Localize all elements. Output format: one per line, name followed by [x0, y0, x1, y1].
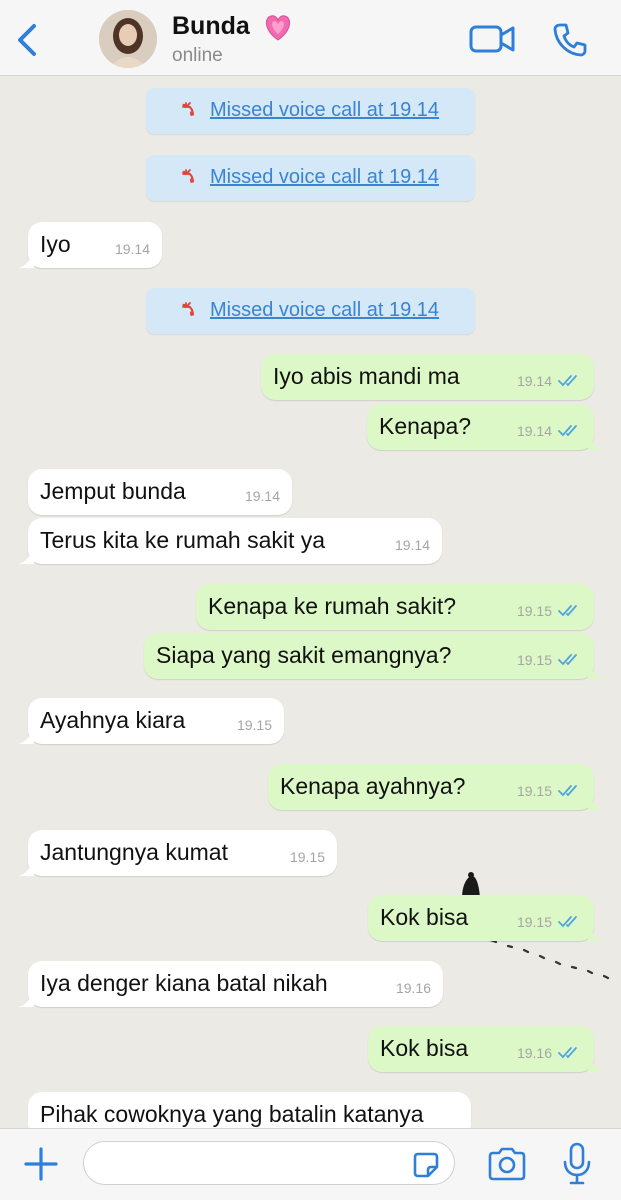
plus-icon[interactable]	[22, 1145, 60, 1183]
missed-call-notice[interactable]: Missed voice call at 19.14	[146, 288, 475, 334]
sticker-icon[interactable]	[410, 1149, 442, 1181]
outgoing-message[interactable]: Kok bisa 19.15	[368, 895, 604, 941]
outgoing-message[interactable]: Kenapa? 19.14	[367, 404, 604, 450]
message-text: Iyo	[40, 231, 71, 257]
read-ticks-icon	[558, 1047, 577, 1059]
missed-call-label[interactable]: Missed voice call at 19.14	[210, 299, 439, 322]
missed-call-icon	[182, 302, 195, 316]
message-time: 19.15	[516, 652, 552, 668]
message-time: 19.16	[516, 1045, 552, 1061]
message-text: Kenapa ke rumah sakit?	[208, 593, 457, 619]
message-text: Terus kita ke rumah sakit ya	[40, 527, 326, 553]
contact-name[interactable]: Bunda	[172, 12, 250, 41]
bubble-tail	[18, 550, 34, 564]
bubble-tail	[588, 665, 604, 679]
bubble-tail	[588, 927, 604, 941]
bubble-tail	[18, 254, 34, 268]
message-text: Iya denger kiana batal nikah	[40, 970, 328, 996]
read-ticks-icon	[558, 605, 577, 617]
pink-heart-icon	[265, 15, 291, 41]
read-ticks-icon	[558, 425, 577, 437]
message-time: 19.15	[289, 849, 325, 865]
microphone-icon[interactable]	[560, 1141, 594, 1187]
message-time: 19.14	[114, 241, 150, 257]
bubble-tail	[588, 1058, 604, 1072]
camera-icon[interactable]	[486, 1146, 528, 1182]
message-input[interactable]	[83, 1141, 455, 1185]
missed-call-notice[interactable]: Missed voice call at 19.14	[146, 155, 475, 201]
bubble-tail	[18, 993, 34, 1007]
outgoing-message[interactable]: Kenapa ke rumah sakit? 19.15	[196, 584, 594, 630]
message-list[interactable]: Missed voice call at 19.14 Missed voice …	[0, 76, 621, 1128]
message-time: 19.14	[516, 373, 552, 389]
message-text: Jantungnya kumat	[40, 839, 228, 865]
video-call-icon[interactable]	[469, 23, 515, 55]
outgoing-message[interactable]: Siapa yang sakit emangnya? 19.15	[144, 633, 604, 679]
message-text: Jemput bunda	[40, 478, 186, 504]
phone-icon[interactable]	[552, 22, 588, 58]
message-text: Kok bisa	[380, 1035, 469, 1061]
read-ticks-icon	[558, 375, 577, 387]
bubble-tail	[18, 862, 34, 876]
back-chevron-icon[interactable]	[10, 20, 42, 60]
missed-call-label[interactable]: Missed voice call at 19.14	[210, 166, 439, 189]
missed-call-icon	[182, 102, 195, 116]
outgoing-message[interactable]: Iyo abis mandi ma 19.14	[261, 354, 594, 400]
incoming-message[interactable]: Jantungnya kumat 19.15	[18, 830, 337, 876]
bubble-tail	[588, 436, 604, 450]
incoming-message[interactable]: Iyo 19.14	[18, 222, 162, 268]
message-text: Kenapa ayahnya?	[280, 773, 466, 799]
chat-header: Bunda online	[0, 0, 621, 76]
contact-status: online	[172, 45, 223, 66]
avatar-photo	[99, 10, 157, 68]
incoming-message[interactable]: Terus kita ke rumah sakit ya 19.14	[18, 518, 442, 564]
bubble-tail	[18, 730, 34, 744]
read-ticks-icon	[558, 916, 577, 928]
missed-call-label[interactable]: Missed voice call at 19.14	[210, 99, 439, 122]
message-time: 19.15	[236, 717, 272, 733]
message-time: 19.15	[516, 603, 552, 619]
message-text: Pihak cowoknya yang batalin katanya	[40, 1101, 424, 1127]
message-text: Kenapa?	[379, 413, 472, 439]
missed-call-notice[interactable]: Missed voice call at 19.14	[146, 88, 475, 134]
read-ticks-icon	[558, 785, 577, 797]
message-time: 19.14	[394, 537, 430, 553]
message-time: 19.15	[516, 914, 552, 930]
incoming-message[interactable]: Pihak cowoknya yang batalin katanya	[28, 1092, 471, 1128]
message-time: 19.16	[395, 980, 431, 996]
message-text: Kok bisa	[380, 904, 469, 930]
incoming-message[interactable]: Jemput bunda 19.14	[28, 469, 292, 515]
message-text: Siapa yang sakit emangnya?	[156, 642, 452, 668]
incoming-message[interactable]: Ayahnya kiara 19.15	[18, 698, 284, 744]
message-text: Ayahnya kiara	[40, 707, 186, 733]
message-time: 19.15	[516, 783, 552, 799]
read-ticks-icon	[558, 654, 577, 666]
contact-avatar[interactable]	[99, 10, 157, 68]
incoming-message[interactable]: Iya denger kiana batal nikah 19.16	[18, 961, 443, 1007]
outgoing-message[interactable]: Kok bisa 19.16	[368, 1026, 604, 1072]
message-time: 19.14	[244, 488, 280, 504]
message-text: Iyo abis mandi ma	[273, 363, 460, 389]
message-time: 19.14	[516, 423, 552, 439]
outgoing-message[interactable]: Kenapa ayahnya? 19.15	[268, 764, 604, 810]
bubble-tail	[588, 796, 604, 810]
missed-call-icon	[182, 169, 195, 183]
compose-bar	[0, 1128, 621, 1200]
